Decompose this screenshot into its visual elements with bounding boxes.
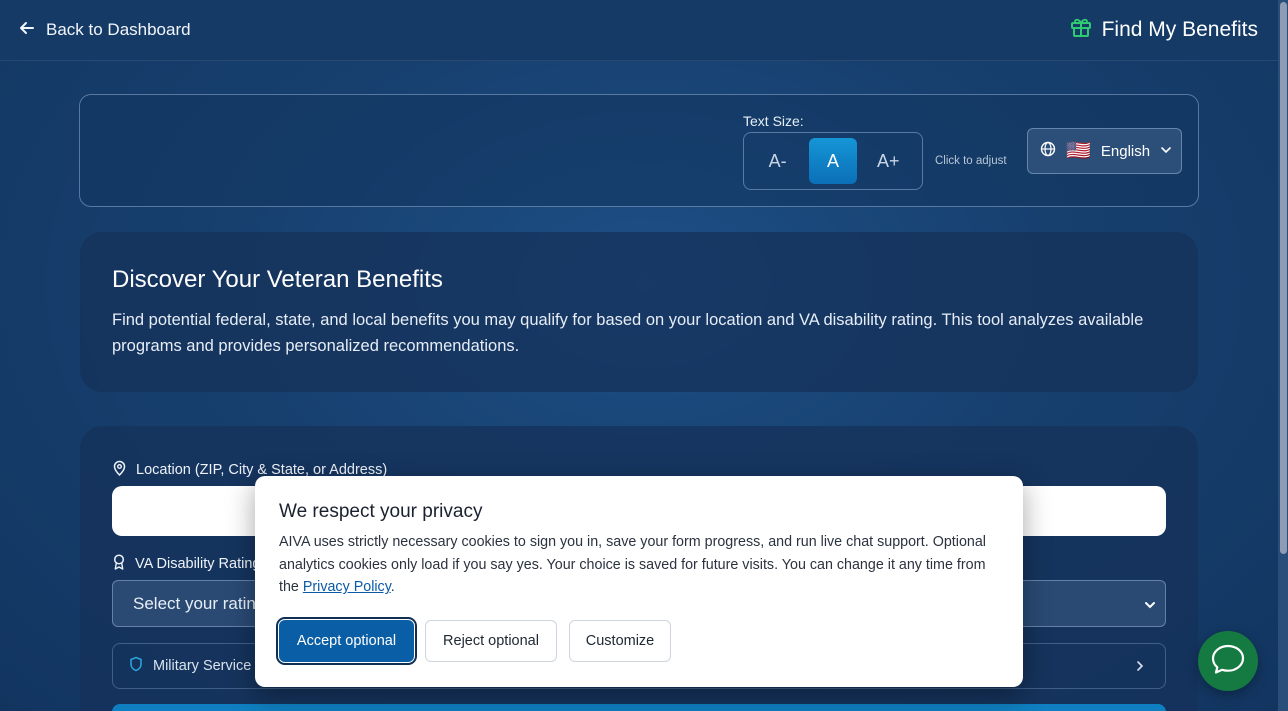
scrollbar-thumb[interactable] — [1280, 2, 1287, 554]
cookie-title: We respect your privacy — [279, 501, 483, 522]
text-size-label: Text Size: — [743, 113, 804, 129]
military-service-label: Military Service — [153, 658, 252, 674]
chat-button[interactable] — [1198, 631, 1258, 691]
increase-text-size-button[interactable]: A+ — [864, 138, 912, 184]
rating-label-text: VA Disability Rating — [135, 556, 261, 572]
rating-placeholder: Select your rating — [133, 593, 266, 613]
rating-label: VA Disability Rating — [112, 554, 260, 574]
reject-optional-button[interactable]: Reject optional — [425, 620, 557, 662]
cookie-consent-dialog: We respect your privacy AIVA uses strict… — [255, 476, 1023, 687]
customize-button[interactable]: Customize — [569, 620, 671, 662]
page-scrollbar[interactable] — [1278, 0, 1288, 711]
privacy-policy-link[interactable]: Privacy Policy — [303, 579, 391, 595]
us-flag-icon: 🇺🇸 — [1066, 140, 1091, 162]
arrow-left-icon — [18, 19, 36, 42]
decrease-text-size-button[interactable]: A- — [754, 138, 802, 184]
chat-icon — [1210, 643, 1246, 680]
accept-optional-button[interactable]: Accept optional — [276, 617, 417, 665]
back-label: Back to Dashboard — [46, 20, 191, 39]
page-title: Discover Your Veteran Benefits — [112, 266, 443, 293]
map-pin-icon — [112, 460, 127, 480]
back-to-dashboard-link[interactable]: Back to Dashboard — [18, 19, 191, 42]
chevron-right-icon — [1133, 659, 1147, 677]
globe-icon — [1040, 141, 1056, 161]
adjust-hint: Click to adjust — [935, 155, 1007, 167]
intro-card: Discover Your Veteran Benefits Find pote… — [80, 232, 1198, 392]
brand-title: Find My Benefits — [1101, 18, 1258, 41]
cookie-text-end: . — [390, 579, 395, 596]
top-nav: Back to Dashboard Find My Benefits — [0, 0, 1278, 61]
chevron-down-icon — [1160, 143, 1172, 160]
language-label: English — [1100, 142, 1151, 160]
gift-icon — [1070, 16, 1092, 44]
shield-icon — [129, 656, 143, 676]
submit-area — [112, 704, 1166, 711]
award-icon — [112, 554, 126, 574]
page-description: Find potential federal, state, and local… — [112, 311, 1144, 355]
brand: Find My Benefits — [1070, 16, 1258, 44]
default-text-size-button[interactable]: A — [808, 138, 857, 184]
text-size-group: A- A A+ — [743, 132, 923, 190]
cookie-text: AIVA uses strictly necessary cookies to … — [279, 531, 1004, 599]
language-select[interactable]: 🇺🇸 English — [1027, 128, 1182, 174]
accessibility-toolbar: Text Size: A- A A+ Click to adjust 🇺🇸 En… — [79, 94, 1199, 207]
chevron-down-icon — [1143, 597, 1157, 617]
